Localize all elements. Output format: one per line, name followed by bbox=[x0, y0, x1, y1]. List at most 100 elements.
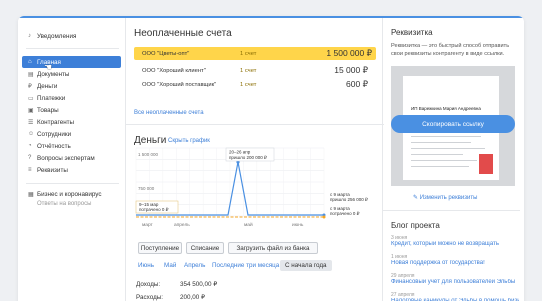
peak-tooltip-label: 20–26 апр bbox=[229, 150, 251, 155]
home-icon: ⌂ bbox=[28, 59, 32, 65]
period-tab[interactable]: С начала года bbox=[280, 260, 332, 271]
main-column: Неоплаченные счета ООО "Цветы-опт" 1 счет… bbox=[126, 18, 384, 301]
unpaid-row[interactable]: ООО "Цветы-опт" 1 счет 1 500 000 ₽ bbox=[134, 47, 376, 60]
sidebar-item-business[interactable]: ▦ Бизнес и коронавирус bbox=[22, 188, 121, 200]
bell-icon: ♪ bbox=[28, 33, 31, 39]
period-tab[interactable]: Апрель bbox=[184, 262, 205, 269]
sidebar-item-notifications[interactable]: ♪ Уведомления bbox=[22, 30, 121, 42]
edit-requisites-link[interactable]: ✎ Изменить реквизиты bbox=[413, 194, 477, 201]
payment-icon: ▭ bbox=[28, 95, 34, 102]
sidebar-item-1[interactable]: ▤ Документы bbox=[22, 68, 121, 80]
invoice-count: 1 счет bbox=[240, 81, 257, 88]
sidebar-item-label: Сотрудники bbox=[37, 130, 72, 138]
period-tab[interactable]: Июнь bbox=[138, 262, 154, 269]
blog-title: Блог проекта bbox=[391, 221, 440, 230]
blog-post-link[interactable]: Финансовый учёт для пользователей Эльбы bbox=[391, 279, 519, 285]
report-icon: ◔ bbox=[28, 143, 32, 149]
expense-row: Расходы: 200,00 ₽ bbox=[136, 294, 205, 301]
sidebar-item-9[interactable]: ≡ Реквизиты bbox=[22, 164, 121, 176]
box-icon: ▣ bbox=[28, 107, 34, 114]
income-label: Доходы: bbox=[136, 281, 161, 288]
invoice-count: 1 счет bbox=[240, 50, 257, 57]
copy-link-button[interactable]: Скопировать ссылку bbox=[391, 115, 515, 133]
sidebar-item-8[interactable]: ? Вопросы экспертам bbox=[22, 152, 121, 164]
sidebar-item-label: Платежки bbox=[37, 94, 66, 102]
app-window: ♪ Уведомления ⌂ Главная ▤ Документы ₽ Деньги ▭… bbox=[18, 16, 524, 301]
people-icon: ☺ bbox=[28, 131, 35, 137]
unpaid-row[interactable]: ООО "Хороший клиент" 1 счет 15 000 ₽ bbox=[134, 64, 376, 77]
doc-stamp bbox=[479, 154, 493, 174]
blog-post-link[interactable]: Новая поддержка от государства! bbox=[391, 260, 519, 266]
x-tick-label: март bbox=[142, 223, 154, 228]
requisites-icon: ≡ bbox=[28, 167, 32, 173]
sidebar-item-6[interactable]: ☺ Сотрудники bbox=[22, 128, 121, 140]
doc-line bbox=[411, 136, 481, 137]
right-column: Реквизитка Реквизитка — это быстрый спос… bbox=[382, 18, 520, 301]
money-icon: ₽ bbox=[28, 83, 32, 90]
pencil-icon: ✎ bbox=[413, 195, 420, 201]
sidebar-item-7[interactable]: ◔ Отчётность bbox=[22, 140, 121, 152]
hand-cursor-icon: ☚ bbox=[44, 62, 53, 72]
sidebar-item-label: Деньги bbox=[37, 82, 58, 90]
expense-label: Расходы: bbox=[136, 294, 164, 301]
invoice-sum: 15 000 ₽ bbox=[334, 65, 368, 75]
x-tick-label: июнь bbox=[292, 223, 304, 228]
question-icon: ? bbox=[28, 155, 32, 161]
unpaid-title: Неоплаченные счета bbox=[134, 28, 232, 39]
doc-line bbox=[411, 142, 471, 143]
sidebar-item-label: Документы bbox=[37, 70, 70, 78]
sidebar-item-label: Контрагенты bbox=[37, 118, 75, 126]
annotation-sub: пришло 256 000 ₽ bbox=[330, 197, 369, 202]
blog-post-link[interactable]: Кредит, который можно не возвращать bbox=[391, 241, 519, 247]
sidebar: ♪ Уведомления ⌂ Главная ▤ Документы ₽ Деньги ▭… bbox=[18, 18, 126, 301]
sidebar-item-label: Отчётность bbox=[37, 142, 71, 150]
upload-bank-file-button[interactable]: Загрузить файл из банка bbox=[228, 242, 318, 254]
income-row: Доходы: 354 500,00 ₽ bbox=[136, 281, 217, 288]
income-value: 354 500,00 ₽ bbox=[180, 281, 218, 288]
requisites-title: Реквизитка bbox=[391, 28, 433, 37]
requisites-description: Реквизитка — это быстрый способ отправит… bbox=[391, 43, 510, 57]
sidebar-sub-link[interactable]: Ответы на вопросы bbox=[37, 201, 91, 207]
divider bbox=[26, 183, 119, 184]
document-icon: ▤ bbox=[28, 71, 34, 78]
sidebar-item-5[interactable]: ☰ Контрагенты bbox=[22, 116, 121, 128]
period-tab[interactable]: Май bbox=[164, 262, 176, 269]
peak-tooltip-sub: пришло 200 000 ₽ bbox=[229, 155, 268, 160]
doc-line bbox=[411, 160, 477, 161]
sidebar-item-label: Товары bbox=[37, 106, 59, 114]
sidebar-item-label: Уведомления bbox=[37, 32, 77, 40]
sidebar-item-label: Вопросы экспертам bbox=[37, 154, 95, 162]
sidebar-item-0[interactable]: ⌂ Главная bbox=[22, 56, 121, 68]
annotation-sub: потрачено 0 ₽ bbox=[330, 211, 361, 216]
divider bbox=[383, 210, 520, 211]
doc-line bbox=[411, 166, 469, 167]
divider bbox=[26, 48, 119, 49]
sidebar-item-label: Реквизиты bbox=[37, 166, 68, 174]
invoice-sum: 1 500 000 ₽ bbox=[326, 48, 372, 58]
counterparty-name: ООО "Цветы-опт" bbox=[142, 50, 190, 57]
divider bbox=[126, 124, 384, 125]
briefcase-icon: ▦ bbox=[28, 191, 34, 198]
invoice-count: 1 счет bbox=[240, 67, 257, 74]
counterparty-name: ООО "Хороший поставщик" bbox=[142, 81, 217, 88]
contacts-icon: ☰ bbox=[28, 119, 34, 126]
sidebar-item-2[interactable]: ₽ Деньги bbox=[22, 80, 121, 92]
x-tick-label: май bbox=[244, 221, 253, 228]
counterparty-name: ООО "Хороший клиент" bbox=[142, 67, 206, 74]
annotation-sub: потрачено 0 ₽ bbox=[139, 207, 170, 212]
unpaid-row[interactable]: ООО "Хороший поставщик" 1 счет 600 ₽ bbox=[134, 78, 376, 91]
expense-value: 200,00 ₽ bbox=[180, 294, 206, 301]
y-tick-label: 1 500 000 bbox=[138, 152, 159, 157]
all-unpaid-link[interactable]: Все неоплаченные счета bbox=[134, 110, 204, 116]
sidebar-item-4[interactable]: ▣ Товары bbox=[22, 104, 121, 116]
money-chart: 1 500 000 750 000 20–26 апрпришло 200 000 … bbox=[135, 147, 369, 228]
expense-button[interactable]: Списание bbox=[186, 242, 224, 254]
doc-line bbox=[411, 148, 485, 149]
requisites-preview: ИП Варежкина Мария Андреевна Скопировать… bbox=[391, 66, 515, 186]
income-button[interactable]: Поступление bbox=[138, 242, 182, 254]
invoice-sum: 600 ₽ bbox=[346, 79, 368, 89]
edit-requisites-label: Изменить реквизиты bbox=[419, 195, 478, 201]
period-tab[interactable]: Последние три месяца bbox=[212, 262, 279, 269]
sidebar-item-3[interactable]: ▭ Платежки bbox=[22, 92, 121, 104]
sidebar-item-label: Бизнес и коронавирус bbox=[37, 190, 102, 198]
